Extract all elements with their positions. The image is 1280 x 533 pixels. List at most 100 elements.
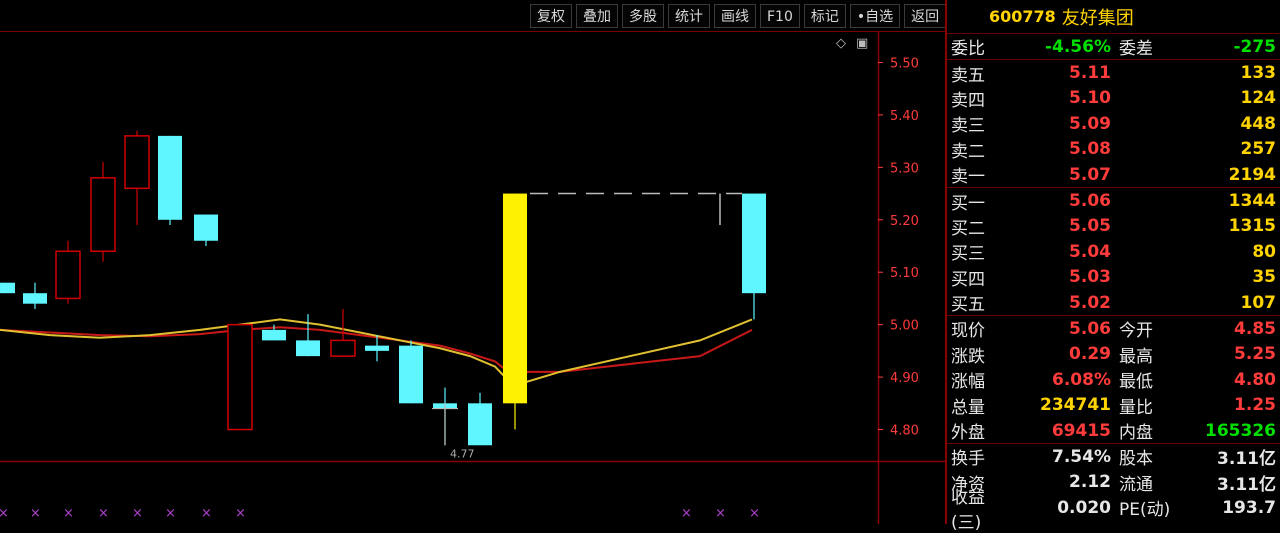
stat-value: 193.7: [1222, 497, 1276, 518]
diamond-icon: ◇: [836, 36, 846, 51]
stat-value: 3.11亿: [1217, 474, 1276, 495]
price-tick-label: 5.00: [890, 319, 919, 334]
stat-label: 现价: [951, 321, 985, 342]
candle-body: [330, 339, 356, 357]
buy-price: 5.02: [1069, 292, 1111, 313]
stat-label: PE(动): [1119, 500, 1171, 521]
buy-volume: 107: [1240, 292, 1277, 313]
candle-body: [227, 323, 253, 431]
sell-volume: 124: [1240, 88, 1277, 109]
add-watchlist-button[interactable]: •自选: [849, 4, 901, 28]
weicha-label: 委差: [1119, 39, 1153, 60]
candle-body: [468, 403, 492, 446]
stat-value: 234741: [1040, 395, 1111, 416]
stat-value: 0.29: [1069, 344, 1111, 365]
buy-volume: 35: [1252, 267, 1276, 288]
buy-price: 5.06: [1069, 191, 1111, 212]
candle-body: [742, 193, 766, 294]
sell-price: 5.11: [1069, 63, 1111, 84]
buy-level-label: 买三: [951, 244, 985, 265]
price-stat-row: 现价 5.06 今开 4.85: [947, 316, 1280, 342]
stat-value: 165326: [1205, 420, 1276, 441]
mark-button[interactable]: 标记: [803, 4, 846, 28]
price-tick-label: 5.20: [890, 214, 919, 229]
stat-label: 收益(三): [951, 487, 985, 533]
sell-price: 5.09: [1069, 113, 1111, 134]
price-tick-label: 4.90: [890, 371, 919, 386]
restore-rights-button[interactable]: 复权: [530, 4, 572, 28]
statistics-button[interactable]: 统计: [668, 4, 710, 28]
overlay-button[interactable]: 叠加: [576, 4, 618, 28]
sell-level-label: 卖三: [951, 116, 985, 137]
buy-level-row: 买四 5.03 35: [947, 265, 1280, 290]
volume-cross-marker: ×: [98, 506, 109, 521]
sell-volume: 448: [1240, 113, 1277, 134]
price-tick-label: 5.50: [890, 56, 919, 71]
candle-body: [124, 135, 150, 190]
buy-price: 5.04: [1069, 241, 1111, 262]
buy-orders: 买一 5.06 1344 买二 5.05 1315 买三 5.04 80 买四 5.03 35 买五 5.…: [947, 187, 1280, 315]
sell-level-row: 卖五 5.11 133: [947, 60, 1280, 86]
volume-cross-marker: ×: [63, 506, 74, 521]
buy-level-label: 买五: [951, 295, 985, 316]
sell-level-row: 卖二 5.08 257: [947, 137, 1280, 162]
panel-toggle-icon: ▣: [856, 36, 868, 51]
sell-volume: 2194: [1228, 164, 1276, 185]
chart-toolbar: 复权 叠加 多股 统计 画线 F10 标记 •自选 返回: [530, 4, 947, 28]
volume-cross-marker: ×: [30, 506, 41, 521]
draw-line-button[interactable]: 画线: [714, 4, 756, 28]
buy-price: 5.05: [1069, 216, 1111, 237]
sell-price: 5.07: [1069, 164, 1111, 185]
fundamental-row: 收益(三) 0.020 PE(动) 193.7: [947, 488, 1280, 533]
candle-body: [503, 193, 527, 404]
buy-volume: 80: [1252, 241, 1276, 262]
weicha-value: -275: [1233, 36, 1276, 57]
sell-volume: 133: [1240, 63, 1277, 84]
quote-panel: 600778 友好集团 委比 -4.56% 委差 -275 卖五 5.11 133 卖…: [945, 0, 1280, 533]
sell-orders: 卖五 5.11 133 卖四 5.10 124 卖三 5.09 448 卖二 5.08 257 卖一 5.…: [947, 59, 1280, 187]
candle-body: [194, 214, 218, 241]
candle-body: [158, 135, 182, 220]
candle-body: [55, 250, 81, 300]
candle-body: [0, 282, 15, 294]
stat-label: 内盘: [1119, 423, 1153, 444]
stat-label: 涨跌: [951, 346, 985, 367]
stat-label: 流通: [1119, 474, 1153, 495]
candle-body: [365, 345, 389, 351]
stat-value: 4.80: [1234, 369, 1276, 390]
stat-label: 总量: [951, 397, 985, 418]
buy-volume: 1315: [1228, 216, 1276, 237]
stat-value: 1.25: [1234, 395, 1276, 416]
price-stats: 现价 5.06 今开 4.85 涨跌 0.29 最高 5.25 涨幅 6.08% 最低 4.80 总量 2…: [947, 315, 1280, 443]
multi-stock-button[interactable]: 多股: [622, 4, 664, 28]
volume-cross-marker: ×: [681, 506, 692, 521]
price-stat-row: 涨跌 0.29 最高 5.25: [947, 342, 1280, 367]
buy-volume: 1344: [1228, 191, 1276, 212]
buy-level-label: 买二: [951, 218, 985, 239]
buy-level-row: 买一 5.06 1344: [947, 188, 1280, 214]
stock-code: 600778: [989, 7, 1056, 26]
buy-level-row: 买二 5.05 1315: [947, 214, 1280, 239]
price-tick-label: 5.10: [890, 266, 919, 281]
back-button[interactable]: 返回: [904, 4, 947, 28]
kline-chart[interactable]: 5.50 5.40 5.30 5.20 5.10 5.00 4.90 4.80 4.77 ◇ ▣ ×…: [0, 31, 945, 524]
stat-value: 69415: [1051, 420, 1111, 441]
buy-level-row: 买三 5.04 80: [947, 239, 1280, 265]
candle-body: [90, 177, 116, 252]
fundamental-row: 换手 7.54% 股本 3.11亿: [947, 444, 1280, 470]
sell-volume: 257: [1240, 139, 1277, 160]
sell-level-row: 卖一 5.07 2194: [947, 162, 1280, 188]
price-stat-row: 总量 234741 量比 1.25: [947, 392, 1280, 418]
f10-button[interactable]: F10: [760, 4, 800, 28]
stat-label: 最低: [1119, 372, 1153, 393]
price-tick-label: 5.40: [890, 109, 919, 124]
stat-label: 外盘: [951, 423, 985, 444]
stat-label: 今开: [1119, 321, 1153, 342]
weibi-value: -4.56%: [1044, 36, 1111, 57]
buy-level-label: 买四: [951, 269, 985, 290]
stat-value: 5.06: [1069, 318, 1111, 339]
stock-header: 600778 友好集团: [947, 0, 1280, 34]
sell-price: 5.10: [1069, 88, 1111, 109]
volume-cross-marker: ×: [0, 506, 9, 521]
stat-label: 股本: [1119, 449, 1153, 470]
